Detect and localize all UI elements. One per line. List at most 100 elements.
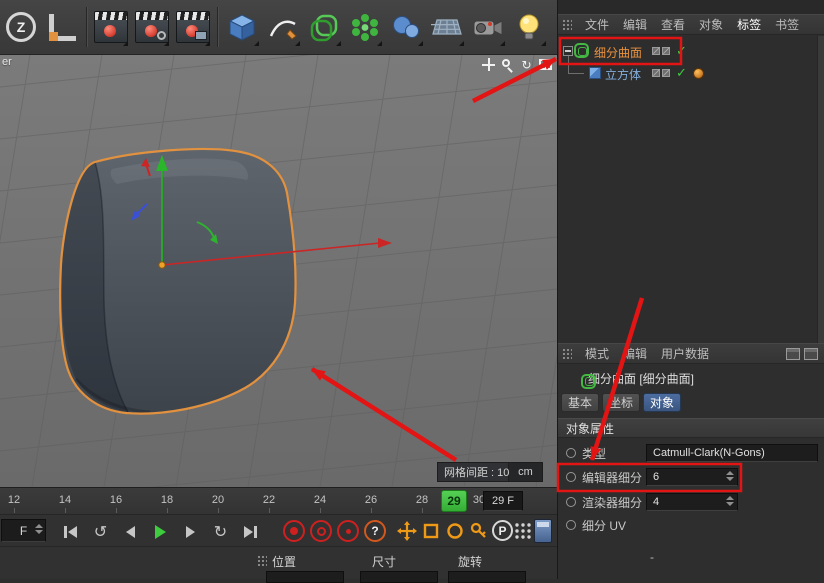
record-keyframe-button[interactable] [283, 520, 305, 542]
panel-option-icon[interactable] [786, 348, 800, 360]
array-icon[interactable] [345, 5, 385, 49]
render-view-icon[interactable] [91, 5, 131, 49]
panel-option-icon[interactable] [804, 348, 818, 360]
rotation-h-input[interactable] [448, 571, 526, 583]
viewport-canvas[interactable] [0, 55, 557, 487]
rotate-view-icon[interactable]: ↻ [519, 57, 534, 72]
key-scale-button[interactable] [420, 520, 442, 542]
timeline-ruler[interactable]: 12 14 16 18 20 22 24 26 28 29 30 29 F [0, 487, 557, 514]
row-type: 类型 Catmull-Clark(N-Gons) [558, 442, 824, 464]
layout-button[interactable] [534, 519, 552, 543]
key-radio-icon[interactable] [566, 497, 576, 507]
key-radio-icon[interactable] [566, 520, 576, 530]
light-icon[interactable] [509, 5, 549, 49]
stepper-arrows[interactable] [35, 524, 43, 534]
om-menu-edit[interactable]: 编辑 [616, 16, 654, 33]
om-menu-view[interactable]: 查看 [654, 16, 692, 33]
position-x-input[interactable] [266, 571, 344, 583]
plane-icon[interactable] [427, 5, 467, 49]
visibility-toggles[interactable] [652, 69, 670, 77]
point-level-animation-button[interactable]: P [492, 520, 513, 541]
zoom-view-icon[interactable] [500, 57, 515, 72]
key-parameter-button[interactable] [468, 520, 490, 542]
am-menu-mode[interactable]: 模式 [578, 345, 616, 362]
metaball-icon[interactable] [386, 5, 426, 49]
tab-object[interactable]: 对象 [643, 393, 681, 412]
panel-grip-icon[interactable] [562, 19, 572, 30]
om-menu-file[interactable]: 文件 [578, 16, 616, 33]
object-row-subdivision-surface[interactable]: 细分曲面 ✓ [558, 40, 824, 62]
editor-subdivision-input[interactable]: 6 [646, 468, 738, 486]
play-backward-loop-button[interactable]: ↺ [86, 519, 115, 544]
object-manager-scrollbar[interactable] [817, 36, 824, 343]
rotation-header: 旋转 [458, 553, 482, 570]
subdivided-cube-model[interactable] [60, 149, 295, 414]
key-radio-icon[interactable] [566, 472, 576, 482]
material-tag-icon[interactable] [693, 68, 704, 79]
render-queue-icon[interactable] [173, 5, 213, 49]
toolbar-separator [86, 7, 87, 47]
undo-icon[interactable]: Z [1, 5, 41, 49]
grid-spacing-label: 网格间距 : 100 [437, 462, 509, 482]
om-menu-tags[interactable]: 标签 [730, 16, 768, 33]
size-x-input[interactable] [360, 571, 438, 583]
cube-icon[interactable] [222, 5, 262, 49]
tab-basic[interactable]: 基本 [561, 393, 599, 412]
grid-spacing-unit: cm [509, 462, 543, 482]
toggle-view-icon[interactable] [538, 57, 553, 72]
stepper-arrows[interactable] [726, 471, 734, 481]
right-panel: 文件 编辑 查看 对象 标签 书签 细分曲面 ✓ 立方体 ✓ 模式 编辑 用户数… [557, 0, 824, 579]
type-value: Catmull-Clark(N-Gons) [653, 447, 765, 459]
panel-grip-icon[interactable] [562, 348, 572, 359]
tab-coord[interactable]: 坐标 [602, 393, 640, 412]
enabled-check-icon[interactable]: ✓ [676, 65, 687, 81]
render-settings-icon[interactable] [132, 5, 172, 49]
subdivision-surface-icon[interactable] [304, 5, 344, 49]
row-editor-subdivision: 编辑器细分 6 [558, 466, 824, 488]
key-rotation-button[interactable] [444, 520, 466, 542]
transport-bar: F ↺ ↻ ? P [0, 514, 557, 546]
type-dropdown[interactable]: Catmull-Clark(N-Gons) [646, 444, 818, 462]
render-subdivision-input[interactable]: 4 [646, 493, 738, 511]
am-menu-userdata[interactable]: 用户数据 [654, 345, 716, 362]
viewport-menu-remnant: er [2, 56, 12, 68]
editor-subdivision-value: 6 [653, 471, 659, 483]
play-button[interactable] [146, 519, 175, 544]
help-button[interactable]: ? [364, 520, 386, 542]
om-menu-objects[interactable]: 对象 [692, 16, 730, 33]
frame-step-field[interactable]: F [1, 519, 46, 542]
keying-panel-button[interactable] [512, 520, 534, 542]
pan-view-icon[interactable] [481, 57, 496, 72]
stepper-arrows[interactable] [726, 496, 734, 506]
om-menu-bookmarks[interactable]: 书签 [768, 16, 806, 33]
size-header: 尺寸 [372, 553, 396, 570]
key-radio-icon[interactable] [566, 448, 576, 458]
viewport-3d[interactable]: er ↻ 网格间距 : 100 cm [0, 55, 557, 487]
am-menu-edit[interactable]: 编辑 [616, 345, 654, 362]
playhead[interactable]: 29 [441, 490, 467, 512]
object-name-subdivision[interactable]: 细分曲面 [594, 44, 642, 61]
object-row-cube[interactable]: 立方体 ✓ [558, 62, 824, 84]
loop-button[interactable]: ↻ [206, 519, 235, 544]
object-properties-header[interactable]: 对象属性 [558, 418, 824, 438]
enabled-check-icon[interactable]: ✓ [676, 43, 687, 59]
workplane-icon[interactable] [42, 5, 82, 49]
object-name-cube[interactable]: 立方体 [605, 66, 641, 83]
expand-toggle-icon[interactable] [563, 46, 573, 56]
record-options-button[interactable] [337, 520, 359, 542]
go-to-start-button[interactable] [56, 519, 85, 544]
visibility-toggles[interactable] [652, 47, 670, 55]
frame-tick: 22 [257, 494, 281, 506]
next-frame-button[interactable] [176, 519, 205, 544]
panel-grip-icon[interactable] [257, 555, 267, 566]
previous-frame-button[interactable] [116, 519, 145, 544]
camera-icon[interactable] [468, 5, 508, 49]
attribute-manager-menubar: 模式 编辑 用户数据 [558, 343, 824, 364]
row-render-subdivision: 渲染器细分 4 [558, 491, 824, 513]
key-position-button[interactable] [396, 520, 418, 542]
position-header: 位置 [272, 553, 296, 570]
go-to-end-button[interactable] [236, 519, 265, 544]
autokey-button[interactable] [310, 520, 332, 542]
current-frame-field[interactable]: 29 F [483, 491, 523, 511]
pen-icon[interactable] [263, 5, 303, 49]
